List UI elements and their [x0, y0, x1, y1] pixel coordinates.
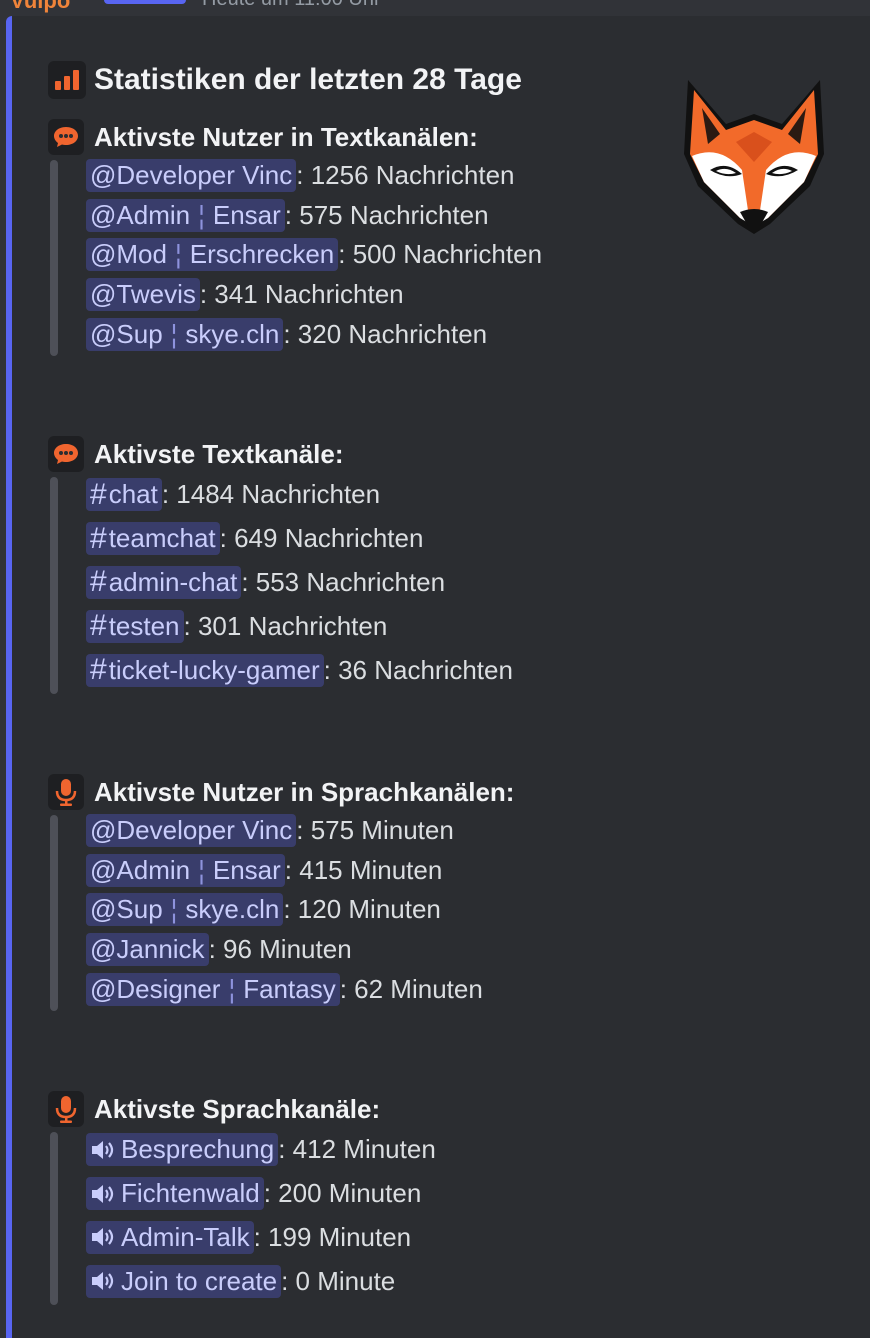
- entry-value: : 412 Minuten: [278, 1134, 436, 1165]
- list-item: @Sup ¦ skye.cln: 320 Nachrichten: [86, 314, 542, 354]
- section-title: Aktivste Nutzer in Textkanälen:: [94, 121, 478, 152]
- section-active-text-channels: Aktivste Textkanäle: # chat: 1484 Nachric…: [48, 435, 513, 694]
- list-item: @Developer Vinc: 575 Minuten: [86, 811, 514, 851]
- channel-mention[interactable]: # chat: [86, 477, 162, 512]
- voice-channel-mention[interactable]: Besprechung: [86, 1133, 279, 1167]
- list-item: @Designer ¦ Fantasy: 62 Minuten: [86, 969, 514, 1009]
- role-mention[interactable]: @Sup ¦ skye.cln: [86, 317, 284, 351]
- hash-icon: #: [90, 565, 107, 599]
- channel-mention[interactable]: # admin-chat: [86, 565, 242, 599]
- list-item: Besprechung: 412 Minuten: [86, 1128, 436, 1172]
- section-active-voice-channels: Aktivste Sprachkanäle: Besprechung: 412 …: [48, 1090, 436, 1306]
- entry-value: : 0 Minute: [281, 1265, 396, 1296]
- section-active-text-users: Aktivste Nutzer in Textkanälen: @Develop…: [48, 118, 542, 356]
- list-item: @Sup ¦ skye.cln: 120 Minuten: [86, 890, 514, 930]
- list-item: # ticket-lucky-gamer: 36 Nachrichten: [86, 648, 513, 692]
- list-item: # chat: 1484 Nachrichten: [86, 473, 513, 517]
- entry-value: : 120 Minuten: [283, 894, 441, 925]
- stats-embed: Statistiken der letzten 28 Tage Aktivste…: [6, 16, 870, 1338]
- role-mention[interactable]: @Developer Vinc: [86, 814, 297, 848]
- blockquote: @Developer Vinc: 575 Minuten @Admin ¦ Ensa…: [50, 811, 514, 1011]
- author-name[interactable]: Vulpo: [10, 0, 70, 14]
- list-item: Admin-Talk: 199 Minuten: [86, 1216, 436, 1260]
- list-item: @Twevis: 341 Nachrichten: [86, 275, 542, 315]
- entry-value: : 1484 Nachrichten: [161, 479, 381, 510]
- fox-logo-icon: [684, 80, 824, 234]
- blockquote: Besprechung: 412 Minuten Fichtenwald: 20…: [50, 1128, 436, 1306]
- entry-value: : 415 Minuten: [284, 854, 443, 885]
- section-title: Aktivste Textkanäle:: [94, 438, 344, 469]
- entry-value: : 200 Minuten: [263, 1178, 422, 1209]
- list-item: @Admin ¦ Ensar: 415 Minuten: [86, 851, 514, 891]
- channel-mention[interactable]: # teamchat: [86, 521, 220, 556]
- entry-value: : 1256 Nachrichten: [296, 160, 515, 191]
- entry-value: : 575 Nachrichten: [284, 199, 489, 230]
- blockquote: # chat: 1484 Nachrichten # teamchat: 649 N…: [50, 473, 513, 694]
- role-mention[interactable]: @Jannick: [86, 933, 209, 967]
- entry-value: : 341 Nachrichten: [199, 279, 404, 310]
- microphone-icon: [48, 1091, 84, 1127]
- role-mention[interactable]: @Twevis: [86, 278, 200, 312]
- list-item: # admin-chat: 553 Nachrichten: [86, 561, 513, 605]
- bot-tag: [104, 0, 186, 4]
- entry-value: : 575 Minuten: [296, 815, 454, 846]
- speaker-icon: [90, 1138, 118, 1162]
- list-item: @Jannick: 96 Minuten: [86, 930, 514, 970]
- microphone-icon: [48, 774, 84, 810]
- chat-bubble-icon: [48, 436, 84, 472]
- entry-value: : 301 Nachrichten: [183, 610, 388, 641]
- role-mention[interactable]: @Developer Vinc: [86, 159, 297, 193]
- role-mention[interactable]: @Admin ¦ Ensar: [86, 198, 285, 232]
- voice-channel-mention[interactable]: Join to create: [86, 1264, 282, 1298]
- entry-value: : 649 Nachrichten: [219, 523, 424, 554]
- entry-value: : 199 Minuten: [253, 1221, 412, 1252]
- role-mention[interactable]: @Mod ¦ Erschrecken: [86, 238, 339, 272]
- chat-bubble-icon: [48, 119, 84, 155]
- channel-mention[interactable]: # ticket-lucky-gamer: [86, 653, 324, 687]
- role-mention[interactable]: @Admin ¦ Ensar: [86, 853, 285, 887]
- section-active-voice-users: Aktivste Nutzer in Sprachkanälen: @Devel…: [48, 773, 515, 1011]
- list-item: # teamchat: 649 Nachrichten: [86, 517, 513, 561]
- list-item: Join to create: 0 Minute: [86, 1259, 436, 1303]
- role-mention[interactable]: @Designer ¦ Fantasy: [86, 972, 340, 1006]
- entry-value: : 320 Nachrichten: [283, 318, 488, 349]
- section-title: Aktivste Sprachkanäle:: [94, 1093, 381, 1124]
- entry-value: : 96 Minuten: [208, 934, 352, 965]
- hash-icon: #: [90, 653, 107, 687]
- embed-title: Statistiken der letzten 28 Tage: [48, 60, 522, 100]
- entry-value: : 36 Nachrichten: [323, 654, 513, 685]
- hash-icon: #: [90, 609, 107, 643]
- list-item: @Developer Vinc: 1256 Nachrichten: [86, 156, 542, 196]
- list-item: # testen: 301 Nachrichten: [86, 604, 513, 648]
- voice-channel-mention[interactable]: Fichtenwald: [86, 1177, 264, 1211]
- speaker-icon: [90, 1269, 118, 1293]
- list-item: Fichtenwald: 200 Minuten: [86, 1172, 436, 1216]
- section-title: Aktivste Nutzer in Sprachkanälen:: [94, 776, 515, 807]
- message-timestamp: Heute um 11:00 Uhr: [202, 0, 381, 11]
- list-item: @Admin ¦ Ensar: 575 Nachrichten: [86, 196, 542, 236]
- speaker-icon: [90, 1225, 118, 1249]
- role-mention[interactable]: @Sup ¦ skye.cln: [86, 893, 284, 927]
- entry-value: : 553 Nachrichten: [241, 566, 446, 597]
- entry-value: : 500 Nachrichten: [338, 239, 543, 270]
- embed-title-text: Statistiken der letzten 28 Tage: [94, 63, 522, 96]
- hash-icon: #: [90, 477, 107, 511]
- blockquote: @Developer Vinc: 1256 Nachrichten @Admin…: [50, 156, 542, 356]
- voice-channel-mention[interactable]: Admin-Talk: [86, 1220, 254, 1254]
- entry-value: : 62 Minuten: [339, 973, 483, 1004]
- list-item: @Mod ¦ Erschrecken: 500 Nachrichten: [86, 235, 542, 275]
- hash-icon: #: [90, 521, 107, 555]
- message-header: Vulpo Heute um 11:00 Uhr: [0, 0, 870, 16]
- channel-mention[interactable]: # testen: [86, 609, 184, 643]
- speaker-icon: [90, 1182, 118, 1206]
- bar-chart-icon: [48, 61, 86, 99]
